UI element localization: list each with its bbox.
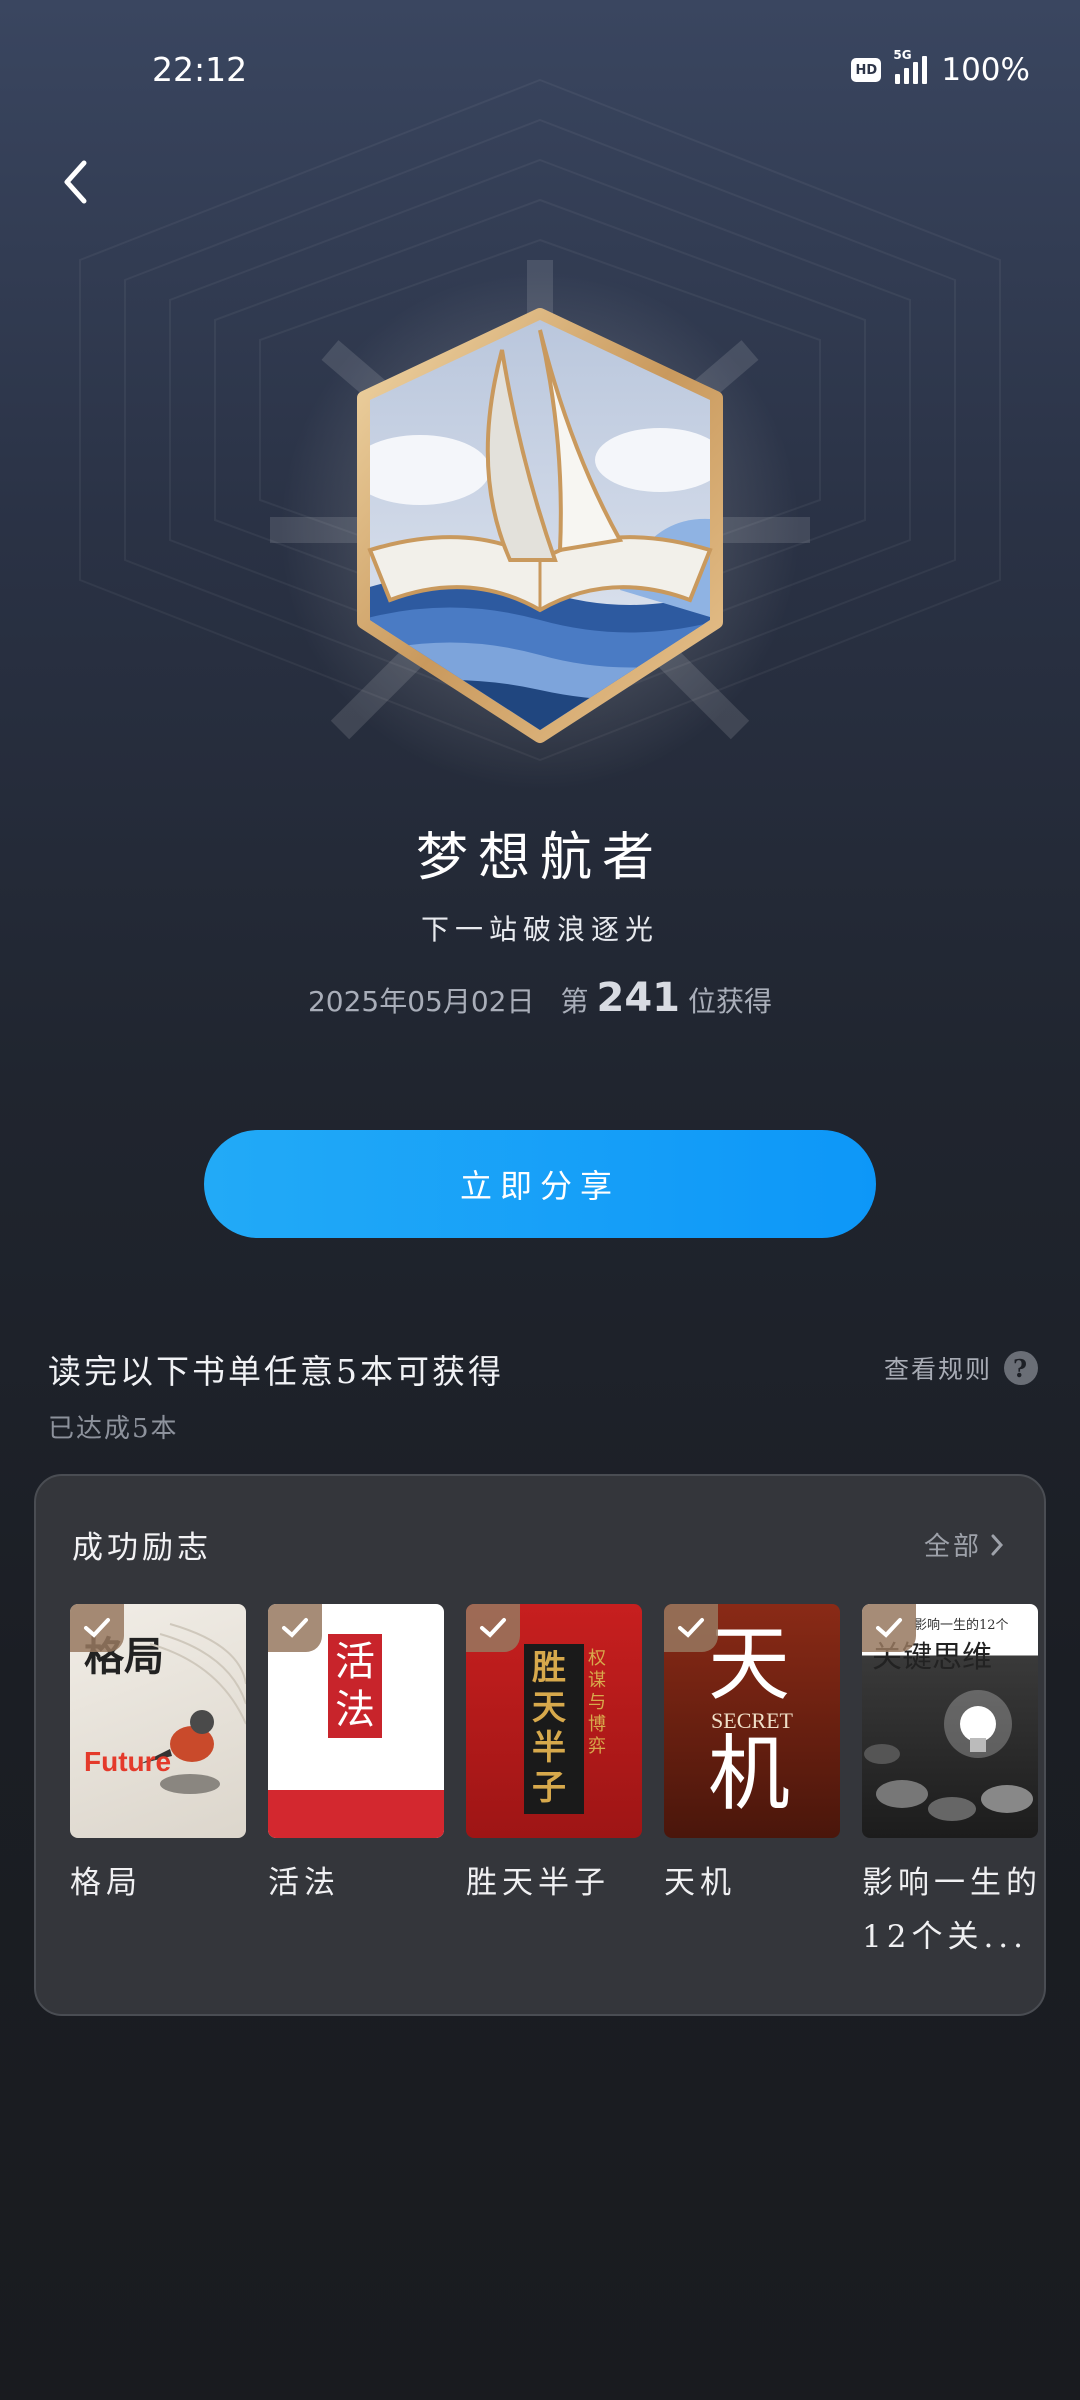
check-icon — [862, 1604, 916, 1652]
check-icon — [466, 1604, 520, 1652]
book-item-5[interactable]: 影响一生的12个 关键思维 影响一生的12个关... — [862, 1604, 1038, 1964]
book-cover-3: 胜天半子 权谋与博弈 — [466, 1604, 642, 1838]
see-all-link[interactable]: 全部 — [924, 1526, 1004, 1563]
chevron-right-icon — [991, 1534, 1004, 1555]
dream-navigator-medal — [270, 260, 810, 790]
book-title-2: 活法 — [268, 1865, 340, 1901]
book-title-3: 胜天半子 — [466, 1865, 610, 1901]
rank-number: 241 — [596, 975, 681, 1021]
book-cover-subtext-4: SECRET — [711, 1708, 793, 1733]
view-rules-link[interactable]: 查看规则 ? — [884, 1350, 1038, 1386]
book-item-4[interactable]: 天机 SECRET 天机 — [664, 1604, 840, 1910]
view-rules-label: 查看规则 — [883, 1355, 992, 1384]
book-title-1: 格局 — [70, 1865, 142, 1901]
help-icon: ? — [1004, 1351, 1038, 1385]
book-cover-subtext-3: 权谋与博弈 — [588, 1648, 606, 1757]
task-progress: 已达成5本 — [48, 1414, 179, 1444]
lightbulb-illustration — [864, 1690, 1033, 1821]
badge-title: 梦想航者 — [415, 828, 664, 888]
book-title-5: 影响一生的12个关... — [862, 1865, 1042, 1955]
book-item-2[interactable]: 活法 活法 — [268, 1604, 444, 1910]
check-icon — [664, 1604, 718, 1652]
check-icon — [268, 1604, 322, 1652]
rank-prefix: 第 — [560, 985, 589, 1018]
book-item-3[interactable]: 胜天半子 权谋与博弈 胜天半子 — [466, 1604, 642, 1910]
book-cover-2: 活法 — [268, 1604, 444, 1838]
book-cover-1: 格局 Future — [70, 1604, 246, 1838]
book-cover-text-2: 活法 — [328, 1634, 382, 1738]
badge-subtitle: 下一站破浪逐光 — [420, 913, 659, 946]
booklist-title: 成功励志 — [72, 1530, 212, 1566]
book-title-4: 天机 — [664, 1865, 736, 1901]
see-all-label: 全部 — [923, 1532, 982, 1562]
book-cover-text-3: 胜天半子 — [532, 1648, 566, 1808]
share-button[interactable]: 立即分享 — [204, 1130, 876, 1238]
task-title: 读完以下书单任意5本可获得 — [48, 1352, 504, 1391]
book-cover-4: 天机 SECRET — [664, 1604, 840, 1838]
book-cover-subtext-5: 影响一生的12个 — [914, 1618, 1009, 1633]
earn-date: 2025年05月02日 — [307, 985, 535, 1018]
cover-band — [268, 1790, 444, 1838]
rank-suffix: 位获得 — [688, 985, 773, 1018]
book-cover-5: 影响一生的12个 关键思维 — [862, 1604, 1038, 1838]
check-icon — [70, 1604, 124, 1652]
book-cover-subtext-1: Future — [84, 1746, 172, 1777]
earn-info: 2025年05月02日 第 241 位获得 — [0, 975, 1080, 1021]
booklist-card: 成功励志 全部 格局 Future 格局 活法 活法 胜天半子 权谋与博弈 胜天… — [34, 1474, 1046, 2016]
book-item-1[interactable]: 格局 Future 格局 — [70, 1604, 246, 1910]
